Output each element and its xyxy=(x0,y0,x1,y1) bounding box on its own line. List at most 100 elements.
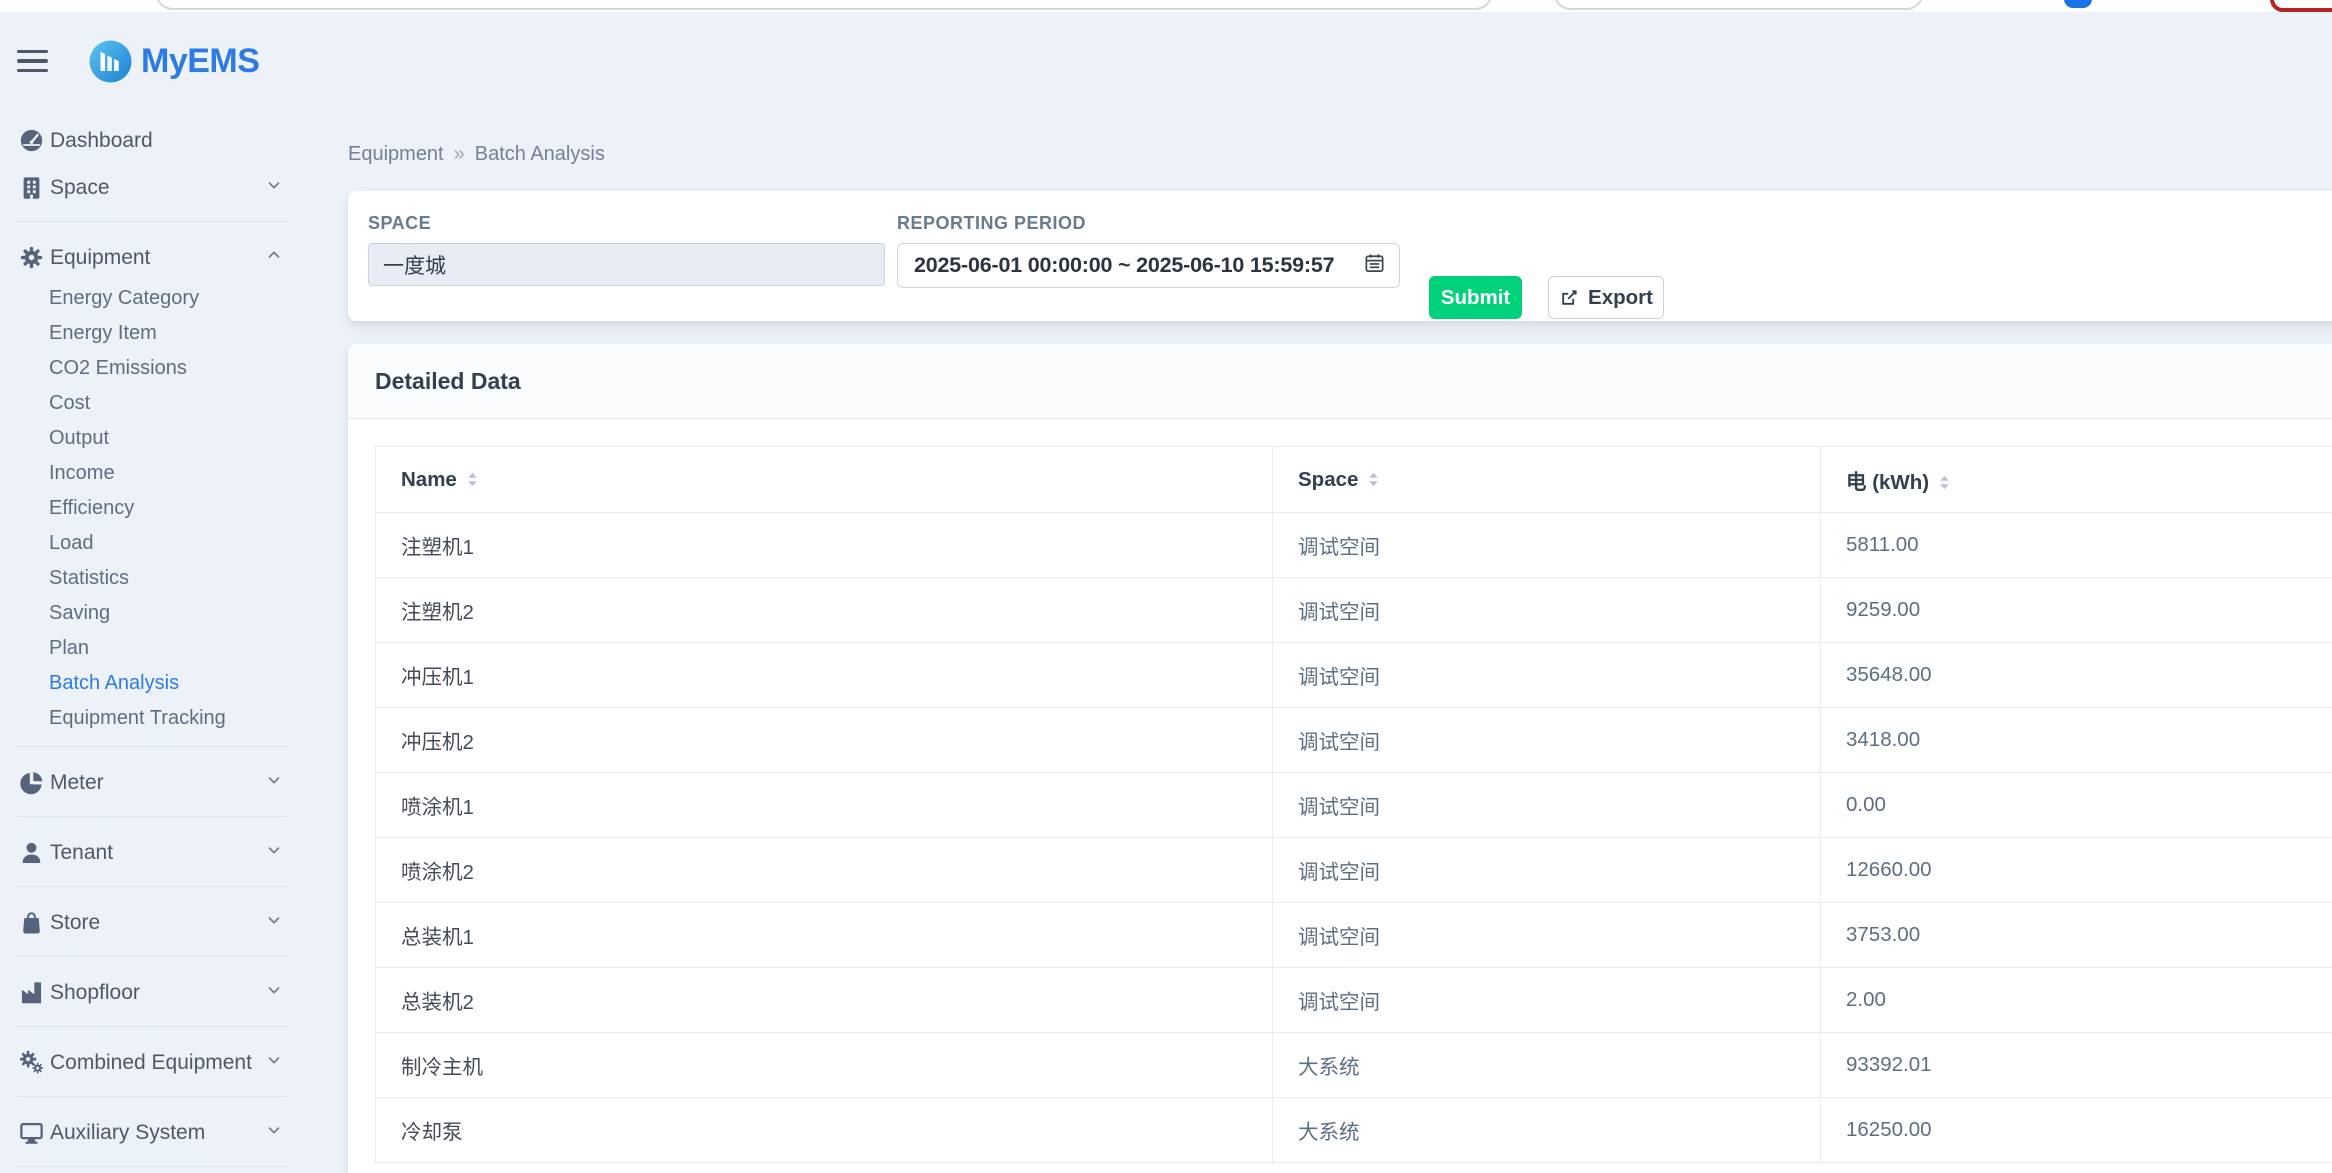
cell-electricity: 0.00 xyxy=(1821,773,2332,838)
sidebar-item-label: Equipment xyxy=(50,246,150,270)
cell-space: 调试空间 xyxy=(1273,773,1821,838)
column-header-electricity[interactable]: 电 (kWh) xyxy=(1821,447,2332,513)
chevron-down-icon xyxy=(265,176,283,200)
browser-address-bar[interactable] xyxy=(155,0,1493,10)
cell-space: 大系统 xyxy=(1273,1098,1821,1163)
sort-icon[interactable] xyxy=(457,468,479,491)
cell-name: 喷涂机2 xyxy=(376,838,1273,903)
sidebar-item-energy-category[interactable]: Energy Category xyxy=(0,281,298,316)
sidebar: MyEMS Dashboard Space Equipment Energy Cate… xyxy=(0,12,298,1173)
sidebar-divider xyxy=(17,886,287,887)
factory-icon xyxy=(18,979,45,1006)
breadcrumb-equipment[interactable]: Equipment xyxy=(348,143,444,165)
cell-name: 冲压机2 xyxy=(376,708,1273,773)
myems-logo-icon xyxy=(89,40,132,83)
chevron-up-icon xyxy=(265,246,283,270)
sidebar-item-statistics[interactable]: Statistics xyxy=(0,561,298,596)
space-value: 一度城 xyxy=(383,250,446,280)
sidebar-divider xyxy=(17,1026,287,1027)
sort-icon[interactable] xyxy=(1929,471,1951,494)
sidebar-item-dashboard[interactable]: Dashboard xyxy=(0,117,298,164)
sidebar-item-output[interactable]: Output xyxy=(0,421,298,456)
column-label: Name xyxy=(401,468,457,491)
cell-space: 大系统 xyxy=(1273,1033,1821,1098)
sidebar-item-space[interactable]: Space xyxy=(0,164,298,211)
sidebar-item-label: Shopfloor xyxy=(50,981,140,1005)
column-header-name[interactable]: Name xyxy=(376,447,1273,513)
sidebar-item-shopfloor[interactable]: Shopfloor xyxy=(0,969,298,1016)
cell-electricity: 93392.01 xyxy=(1821,1033,2332,1098)
brand-name: MyEMS xyxy=(141,42,259,81)
sort-icon[interactable] xyxy=(1358,468,1380,491)
table-row: 冷却泵大系统16250.00 xyxy=(376,1098,2332,1163)
column-header-space[interactable]: Space xyxy=(1273,447,1821,513)
detailed-data-card: Detailed Data NameSpace电 (kWh) 注塑机1调试空间5… xyxy=(348,344,2332,1173)
space-input[interactable]: 一度城 xyxy=(368,243,885,286)
sidebar-item-auxiliary-system[interactable]: Auxiliary System xyxy=(0,1109,298,1156)
app-screen: MyEMS Dashboard Space Equipment Energy Cate… xyxy=(0,0,2332,1173)
browser-secondary-bar[interactable] xyxy=(1553,0,1924,10)
gauge-icon xyxy=(18,127,45,154)
detailed-data-title: Detailed Data xyxy=(375,368,521,395)
sidebar-item-saving[interactable]: Saving xyxy=(0,596,298,631)
table-row: 总装机1调试空间3753.00 xyxy=(376,903,2332,968)
sidebar-item-label: Tenant xyxy=(50,841,113,865)
sidebar-item-tenant[interactable]: Tenant xyxy=(0,829,298,876)
sidebar-item-plan[interactable]: Plan xyxy=(0,631,298,666)
sidebar-children: Energy CategoryEnergy ItemCO2 EmissionsC… xyxy=(0,281,298,736)
hamburger-menu-icon[interactable] xyxy=(17,50,49,73)
shopping-bag-icon xyxy=(18,909,45,936)
sidebar-item-energy-item[interactable]: Energy Item xyxy=(0,316,298,351)
submit-button[interactable]: Submit xyxy=(1429,276,1522,319)
reporting-period-value: 2025-06-01 00:00:00 ~ 2025-06-10 15:59:5… xyxy=(914,253,1334,278)
breadcrumb-batch-analysis: Batch Analysis xyxy=(475,143,605,165)
filter-buttons: Submit Export xyxy=(1429,213,1664,321)
sidebar-item-co2-emissions[interactable]: CO2 Emissions xyxy=(0,351,298,386)
sidebar-item-meter[interactable]: Meter xyxy=(0,759,298,806)
brand-logo[interactable]: MyEMS xyxy=(89,40,259,83)
sidebar-item-equipment[interactable]: Equipment xyxy=(0,234,298,281)
export-button[interactable]: Export xyxy=(1548,276,1664,319)
browser-record-indicator-icon xyxy=(2270,0,2332,12)
sidebar-item-store[interactable]: Store xyxy=(0,899,298,946)
sidebar-item-load[interactable]: Load xyxy=(0,526,298,561)
sidebar-item-label: Dashboard xyxy=(50,129,153,153)
cell-space: 调试空间 xyxy=(1273,643,1821,708)
table-row: 喷涂机2调试空间12660.00 xyxy=(376,838,2332,903)
sidebar-item-combined-equipment[interactable]: Combined Equipment xyxy=(0,1039,298,1086)
cell-space: 调试空间 xyxy=(1273,838,1821,903)
chevron-down-icon xyxy=(265,981,283,1005)
sidebar-nav: Dashboard Space Equipment Energy CategoryEn… xyxy=(0,117,298,1167)
cell-name: 冲压机1 xyxy=(376,643,1273,708)
chevron-down-icon xyxy=(265,1121,283,1145)
cell-name: 总装机1 xyxy=(376,903,1273,968)
table-row: 总装机2调试空间2.00 xyxy=(376,968,2332,1033)
browser-extension-icon[interactable] xyxy=(2064,0,2092,8)
sidebar-item-income[interactable]: Income xyxy=(0,456,298,491)
browser-chrome-strip xyxy=(0,0,2332,12)
sidebar-item-cost[interactable]: Cost xyxy=(0,386,298,421)
space-label: SPACE xyxy=(368,213,885,234)
sidebar-item-batch-analysis[interactable]: Batch Analysis xyxy=(0,666,298,701)
reporting-period-input[interactable]: 2025-06-01 00:00:00 ~ 2025-06-10 15:59:5… xyxy=(897,243,1400,288)
table-row: 冲压机1调试空间35648.00 xyxy=(376,643,2332,708)
sidebar-item-label: Store xyxy=(50,911,100,935)
sidebar-divider xyxy=(17,746,287,747)
cell-electricity: 35648.00 xyxy=(1821,643,2332,708)
cell-space: 调试空间 xyxy=(1273,578,1821,643)
sidebar-item-equipment-tracking[interactable]: Equipment Tracking xyxy=(0,701,298,736)
table-row: 冲压机2调试空间3418.00 xyxy=(376,708,2332,773)
cell-electricity: 5811.00 xyxy=(1821,513,2332,578)
sidebar-item-efficiency[interactable]: Efficiency xyxy=(0,491,298,526)
sidebar-divider xyxy=(17,956,287,957)
detailed-data-table: NameSpace电 (kWh) 注塑机1调试空间5811.00注塑机2调试空间… xyxy=(375,446,2332,1163)
filter-panel: SPACE 一度城 REPORTING PERIOD 2025-06-01 00… xyxy=(348,191,2332,321)
sidebar-divider xyxy=(17,1166,287,1167)
cell-name: 制冷主机 xyxy=(376,1033,1273,1098)
main-content: Equipment»Batch Analysis SPACE 一度城 REPOR… xyxy=(348,12,2332,1173)
table-header-row: Name Space电 (kWh) xyxy=(376,447,2332,513)
calendar-icon[interactable] xyxy=(1363,251,1386,280)
gears-icon xyxy=(18,1049,45,1076)
sidebar-item-label: Meter xyxy=(50,771,104,795)
chevron-down-icon xyxy=(265,841,283,865)
